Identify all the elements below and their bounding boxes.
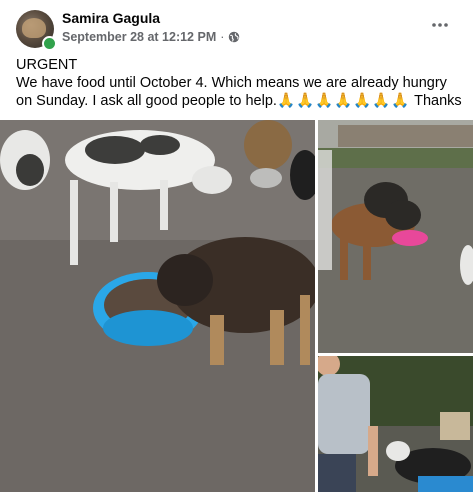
avatar-image [22, 18, 46, 38]
meta-separator: · [220, 30, 225, 44]
author-name[interactable]: Samira Gagula [62, 10, 160, 26]
photo-man-with-dogs[interactable] [318, 356, 473, 492]
post-header: Samira Gagula September 28 at 12:12 PM · [0, 0, 473, 56]
photo-dogs-pink-bowl-drawing [318, 120, 473, 353]
photo-dogs-pink-bowl[interactable] [318, 120, 473, 353]
post-meta: September 28 at 12:12 PM · [62, 30, 240, 44]
post-text-body: We have food until October 4. Which mean… [16, 74, 464, 110]
photo-man-with-dogs-drawing [318, 356, 473, 492]
photo-dogs-blue-bowl-drawing [0, 120, 315, 492]
post-text-thanks: Thanks [410, 93, 462, 109]
globe-icon[interactable] [228, 31, 240, 43]
facebook-post: Samira Gagula September 28 at 12:12 PM ·… [0, 0, 473, 492]
post-text: URGENT We have food until October 4. Whi… [16, 56, 464, 110]
post-timestamp[interactable]: September 28 at 12:12 PM [62, 30, 216, 44]
praying-hands-emoji: 🙏🙏🙏🙏🙏🙏🙏 [276, 93, 411, 109]
more-options-icon[interactable] [429, 14, 451, 36]
post-text-urgent: URGENT [16, 57, 78, 73]
online-status-dot [42, 36, 57, 51]
photo-dogs-eating-blue-bowl[interactable] [0, 120, 315, 492]
